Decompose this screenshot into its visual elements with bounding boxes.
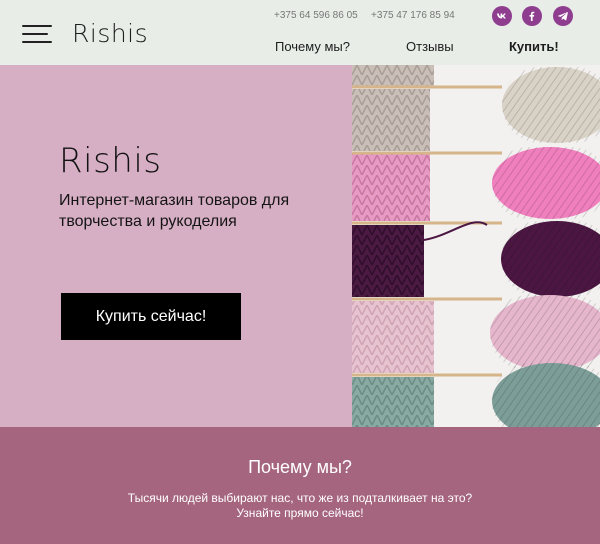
why-us-section: Почему мы? Тысячи людей выбирают нас, чт… — [0, 427, 600, 544]
phone-number-2[interactable]: +375 47 176 85 94 — [371, 10, 455, 21]
facebook-icon[interactable] — [522, 6, 542, 26]
header: Rishis +375 64 596 86 05 +375 47 176 85 … — [0, 0, 600, 65]
hero-brand: Rishis — [59, 141, 162, 181]
telegram-icon[interactable] — [553, 6, 573, 26]
hero-subtitle: Интернет-магазин товаров для творчества … — [59, 192, 290, 230]
vk-icon[interactable] — [492, 6, 512, 26]
buy-now-button[interactable]: Купить сейчас! — [61, 293, 241, 340]
menu-icon[interactable] — [22, 25, 52, 45]
nav-reviews[interactable]: Отзывы — [406, 39, 454, 54]
why-us-text-line-2: Узнайте прямо сейчас! — [236, 506, 364, 520]
nav-why-us[interactable]: Почему мы? — [275, 39, 350, 54]
phone-number-1[interactable]: +375 64 596 86 05 — [274, 10, 358, 21]
why-us-title: Почему мы? — [248, 457, 352, 477]
why-us-text: Тысячи людей выбирают нас, что же из под… — [90, 491, 510, 521]
site-logo[interactable]: Rishis — [72, 19, 148, 48]
knitting-yarn-image — [352, 65, 600, 427]
why-us-text-line-1: Тысячи людей выбирают нас, что же из под… — [127, 491, 473, 505]
hero-section: Rishis Интернет-магазин товаров для твор… — [0, 65, 600, 427]
nav-buy[interactable]: Купить! — [509, 39, 559, 54]
